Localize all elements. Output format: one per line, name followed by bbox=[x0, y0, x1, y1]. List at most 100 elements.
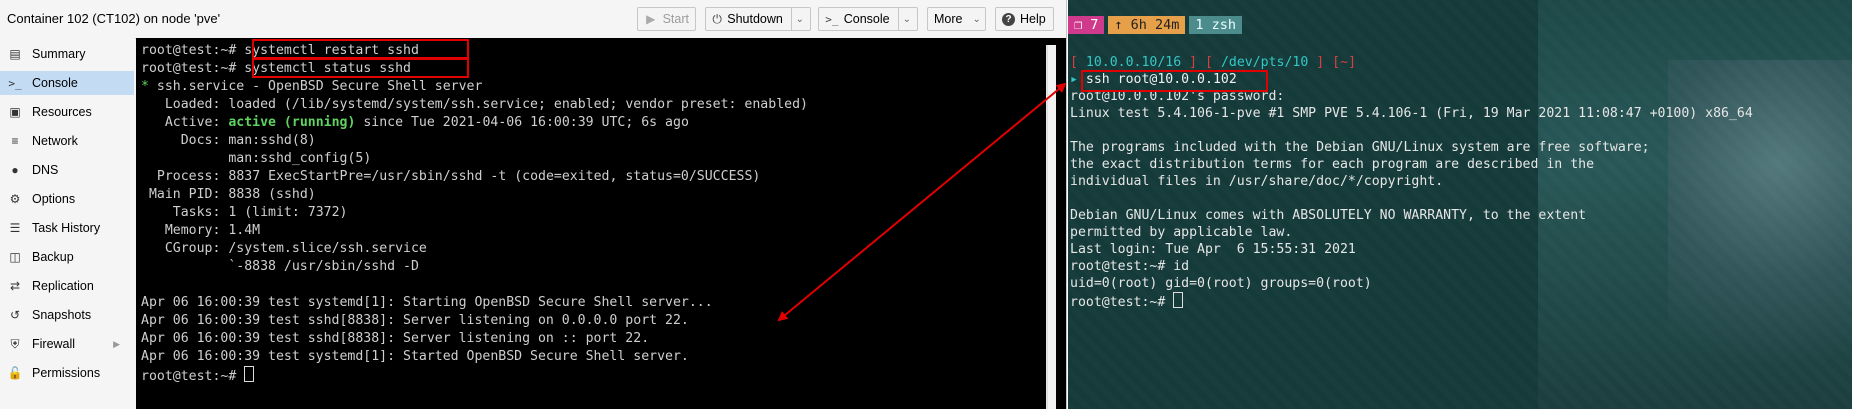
sidebar: ▤ Summary >_ Console ▣ Resources ≡ Netwo… bbox=[0, 38, 135, 409]
terminal-line: uid=0(root) gid=0(root) groups=0(root) bbox=[1070, 276, 1372, 291]
sidebar-item-label: Replication bbox=[32, 279, 94, 293]
sidebar-item-options[interactable]: ⚙ Options bbox=[0, 187, 134, 211]
terminal-line: root@test:~# id bbox=[1070, 259, 1190, 274]
retweet-icon: ⇄ bbox=[9, 279, 21, 293]
gear-icon: ⚙ bbox=[9, 192, 21, 206]
terminal-output: [ 10.0.0.10/16 ] [ /dev/pts/10 ] [~] ▸ s… bbox=[1070, 55, 1753, 310]
docs-value: man:sshd(8) bbox=[228, 133, 316, 148]
status-tty: /dev/pts/10 bbox=[1220, 55, 1309, 70]
console-scrollbar-thumb[interactable] bbox=[1047, 45, 1056, 409]
service-title: ssh.service - OpenBSD Secure Shell serve… bbox=[156, 79, 483, 94]
cgroup-label: CGroup: bbox=[164, 241, 221, 256]
floppy-icon: ◫ bbox=[9, 250, 21, 264]
proxmox-panel: Container 102 (CT102) on node 'pve' ▶ St… bbox=[0, 0, 1067, 409]
sidebar-item-label: Permissions bbox=[32, 366, 101, 380]
highlight-box bbox=[252, 57, 469, 78]
shield-icon: ⛨ bbox=[10, 336, 20, 351]
process-value: 8837 ExecStartPre=/usr/sbin/sshd -t (cod… bbox=[228, 169, 761, 184]
more-label: More bbox=[934, 12, 963, 26]
sidebar-item-snapshots[interactable]: ↺ Snapshots bbox=[0, 303, 134, 327]
active-label: Active: bbox=[164, 115, 221, 130]
console-button[interactable]: >_ Console ⌄ bbox=[818, 7, 918, 31]
book-icon: ▤ bbox=[9, 47, 21, 61]
sidebar-item-replication[interactable]: ⇄ Replication bbox=[0, 274, 134, 298]
prompt: root@test:~# bbox=[141, 43, 237, 58]
status-dir: ~ bbox=[1340, 55, 1349, 70]
chevron-right-icon[interactable]: ▶ bbox=[113, 339, 120, 350]
cursor bbox=[244, 366, 255, 382]
sidebar-item-label: Network bbox=[32, 134, 78, 148]
shutdown-label: Shutdown bbox=[727, 12, 783, 26]
console-label: Console bbox=[843, 12, 890, 26]
sidebar-item-firewall[interactable]: ⛨ Firewall ▶ bbox=[0, 332, 134, 356]
sidebar-item-permissions[interactable]: 🔓 Permissions bbox=[0, 361, 134, 385]
play-icon: ▶ bbox=[646, 12, 656, 26]
window-title: Container 102 (CT102) on node 'pve' bbox=[7, 11, 221, 26]
tmux-session-tab[interactable]: ❐ 7 bbox=[1068, 16, 1105, 34]
memory-value: 1.4M bbox=[228, 223, 261, 238]
sidebar-item-label: Backup bbox=[32, 250, 74, 264]
pid-label: Main PID: bbox=[148, 187, 221, 202]
tasks-label: Tasks: bbox=[172, 205, 221, 220]
power-icon: ⏻ bbox=[712, 11, 722, 26]
tmux-window-tab[interactable]: 1 zsh bbox=[1189, 16, 1243, 34]
log-line: Apr 06 16:00:39 test sshd[8838]: Server … bbox=[141, 331, 650, 346]
more-button[interactable]: More ⌄ bbox=[927, 7, 986, 31]
cube-icon: ▣ bbox=[9, 105, 21, 119]
prompt: root@test:~# bbox=[141, 61, 237, 76]
pve-header: Container 102 (CT102) on node 'pve' ▶ St… bbox=[0, 0, 1066, 39]
cursor bbox=[1173, 292, 1184, 308]
network-icon: ≡ bbox=[11, 134, 19, 148]
terminal-line: permitted by applicable law. bbox=[1070, 225, 1293, 240]
shutdown-button[interactable]: ⏻ Shutdown ⌄ bbox=[705, 7, 811, 31]
question-circle-icon: ? bbox=[1002, 12, 1015, 26]
status-ip: 10.0.0.10/16 bbox=[1085, 55, 1182, 70]
prompt: root@test:~# bbox=[141, 369, 237, 384]
list-icon: ☰ bbox=[9, 221, 21, 235]
loaded-value: loaded (/lib/systemd/system/ssh.service;… bbox=[228, 97, 808, 112]
process-label: Process: bbox=[156, 169, 221, 184]
highlight-box bbox=[1081, 70, 1268, 92]
help-label: Help bbox=[1020, 12, 1046, 26]
tasks-value: 1 (limit: 7372) bbox=[228, 205, 348, 220]
console-output: root@test:~# systemctl restart sshd root… bbox=[141, 42, 808, 386]
help-button[interactable]: ? Help bbox=[995, 7, 1054, 31]
log-line: Apr 06 16:00:39 test systemd[1]: Startin… bbox=[141, 295, 713, 310]
prompt: root@test:~# bbox=[1070, 295, 1166, 310]
terminal-icon: >_ bbox=[825, 12, 839, 26]
sidebar-item-resources[interactable]: ▣ Resources bbox=[0, 100, 134, 124]
terminal-line: Last login: Tue Apr 6 15:55:31 2021 bbox=[1070, 242, 1356, 257]
pid-value: 8838 (sshd) bbox=[228, 187, 316, 202]
tmux-status-bar: ❐ 7 ↑ 6h 24m 1 zsh bbox=[1068, 16, 1243, 34]
terminal-icon: >_ bbox=[8, 76, 22, 90]
sidebar-item-label: Options bbox=[32, 192, 76, 206]
console-terminal[interactable]: root@test:~# systemctl restart sshd root… bbox=[136, 38, 1066, 409]
terminal-line: the exact distribution terms for each pr… bbox=[1070, 157, 1595, 172]
sidebar-item-network[interactable]: ≡ Network bbox=[0, 129, 134, 153]
active-state: active (running) bbox=[228, 115, 356, 130]
start-label: Start bbox=[662, 12, 689, 26]
sidebar-item-label: Resources bbox=[32, 105, 92, 119]
chevron-down-icon[interactable]: ⌄ bbox=[796, 14, 804, 25]
terminal-line: Debian GNU/Linux comes with ABSOLUTELY N… bbox=[1070, 208, 1587, 223]
sidebar-item-label: Console bbox=[32, 76, 78, 90]
sidebar-item-task-history[interactable]: ☰ Task History bbox=[0, 216, 134, 240]
log-line: Apr 06 16:00:39 test systemd[1]: Started… bbox=[141, 349, 689, 364]
docs-label: Docs: bbox=[180, 133, 221, 148]
terminal-line: Linux test 5.4.106-1-pve #1 SMP PVE 5.4.… bbox=[1070, 106, 1753, 121]
loaded-label: Loaded: bbox=[164, 97, 221, 112]
chevron-down-icon[interactable]: ⌄ bbox=[903, 14, 911, 25]
sidebar-item-console[interactable]: >_ Console bbox=[0, 71, 134, 95]
sidebar-item-summary[interactable]: ▤ Summary bbox=[0, 42, 134, 66]
start-button[interactable]: ▶ Start bbox=[637, 7, 696, 31]
unlock-icon: 🔓 bbox=[7, 366, 23, 380]
sidebar-item-backup[interactable]: ◫ Backup bbox=[0, 245, 134, 269]
terminal-line: The programs included with the Debian GN… bbox=[1070, 140, 1650, 155]
sidebar-item-dns[interactable]: ● DNS bbox=[0, 158, 134, 182]
sidebar-item-label: Snapshots bbox=[32, 308, 92, 322]
sidebar-item-label: Summary bbox=[32, 47, 86, 61]
log-line: Apr 06 16:00:39 test sshd[8838]: Server … bbox=[141, 313, 689, 328]
status-bullet: * bbox=[141, 79, 149, 94]
memory-label: Memory: bbox=[164, 223, 221, 238]
terminal-window[interactable]: ❐ 7 ↑ 6h 24m 1 zsh [ 10.0.0.10/16 ] [ /d… bbox=[1068, 0, 1852, 409]
